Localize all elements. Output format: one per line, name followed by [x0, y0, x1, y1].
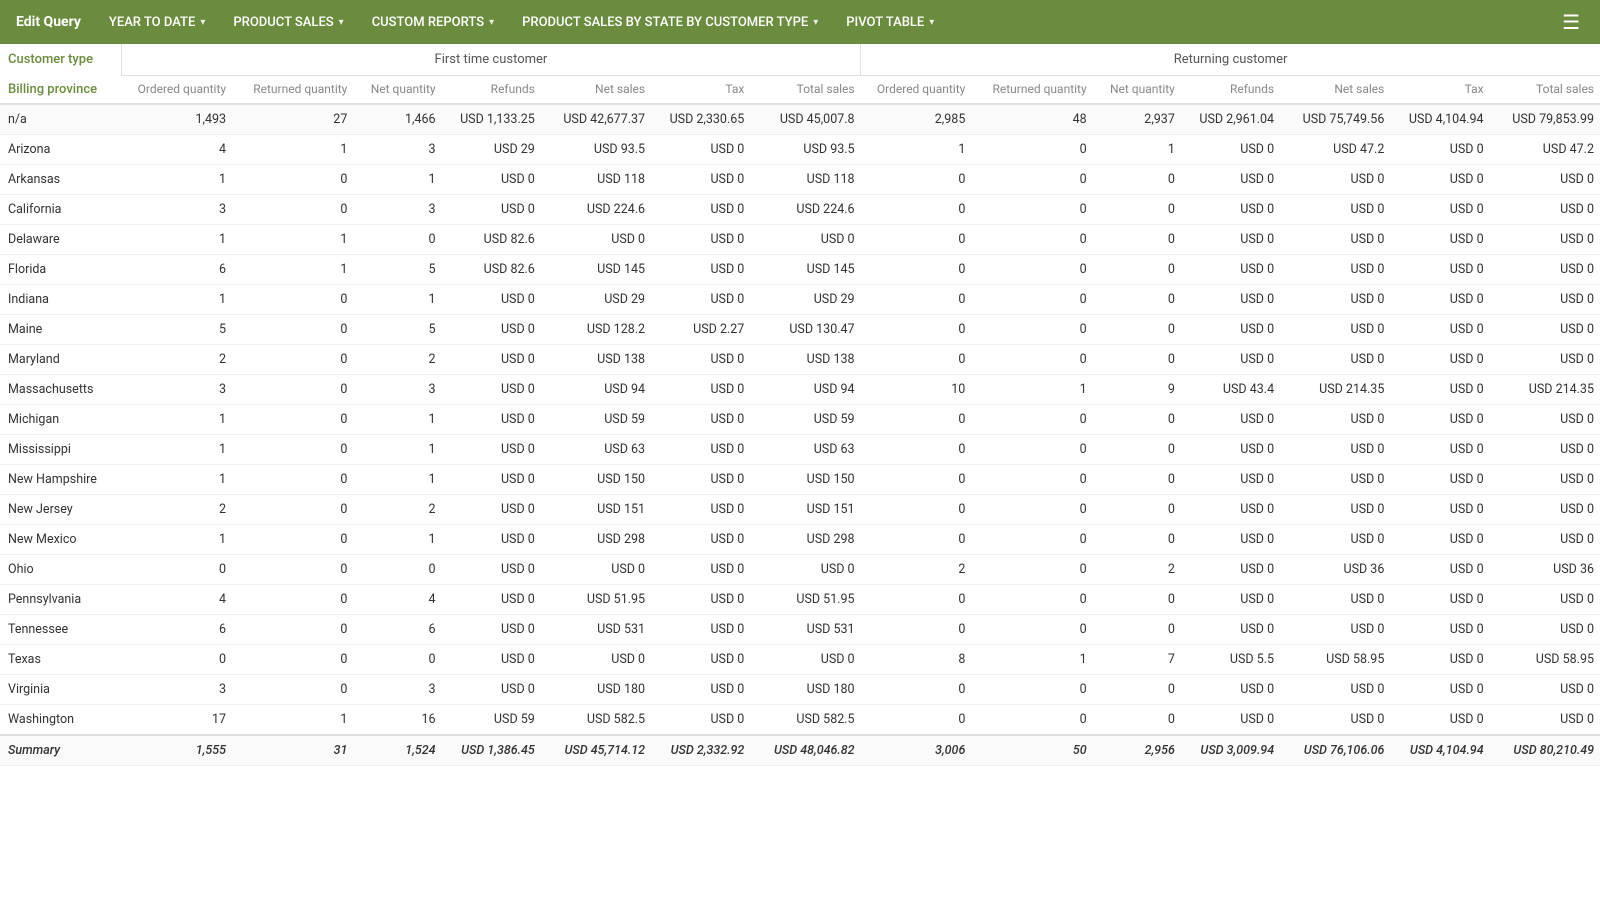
table-row: Indiana101USD 0USD 29USD 0USD 29000USD 0… [0, 284, 1600, 314]
year-to-date-menu[interactable]: YEAR TO DATE ▾ [95, 0, 219, 44]
table-row: Florida615USD 82.6USD 145USD 0USD 145000… [0, 254, 1600, 284]
report-title-label: PRODUCT SALES BY STATE BY CUSTOMER TYPE [522, 15, 808, 30]
edit-query-label: Edit Query [16, 14, 81, 30]
table-row: Pennsylvania404USD 0USD 51.95USD 0USD 51… [0, 584, 1600, 614]
rc-total-sales-col-header: Total sales [1490, 76, 1600, 104]
custom-reports-menu[interactable]: CUSTOM REPORTS ▾ [358, 0, 508, 44]
ft-tax-col-header: Tax [651, 76, 750, 104]
custom-reports-label: CUSTOM REPORTS [372, 15, 484, 30]
report-title-menu[interactable]: PRODUCT SALES BY STATE BY CUSTOMER TYPE … [508, 0, 832, 44]
table-row: n/a1,493271,466USD 1,133.25USD 42,677.37… [0, 104, 1600, 135]
edit-query-button[interactable]: Edit Query [12, 0, 95, 44]
hamburger-menu-button[interactable]: ☰ [1554, 10, 1588, 34]
summary-row: Summary1,555311,524USD 1,386.45USD 45,71… [0, 735, 1600, 766]
chevron-down-icon: ▾ [489, 17, 494, 28]
customer-type-header: Customer type [0, 44, 121, 76]
product-sales-menu[interactable]: PRODUCT SALES ▾ [219, 0, 357, 44]
rc-returned-qty-col-header: Returned quantity [971, 76, 1092, 104]
ft-total-sales-col-header: Total sales [750, 76, 860, 104]
chevron-down-icon: ▾ [813, 17, 818, 28]
rc-tax-col-header: Tax [1390, 76, 1489, 104]
ft-refunds-col-header: Refunds [442, 76, 541, 104]
first-time-customer-header: First time customer [121, 44, 860, 76]
table-row: Maine505USD 0USD 128.2USD 2.27USD 130.47… [0, 314, 1600, 344]
table-body: n/a1,493271,466USD 1,133.25USD 42,677.37… [0, 104, 1600, 766]
product-sales-label: PRODUCT SALES [233, 15, 333, 30]
table-row: Arizona413USD 29USD 93.5USD 0USD 93.5101… [0, 134, 1600, 164]
table-row: Michigan101USD 0USD 59USD 0USD 59000USD … [0, 404, 1600, 434]
ft-returned-qty-col-header: Returned quantity [232, 76, 353, 104]
pivot-table-menu[interactable]: PIVOT TABLE ▾ [832, 0, 948, 44]
table-row: Delaware110USD 82.6USD 0USD 0USD 0000USD… [0, 224, 1600, 254]
chevron-down-icon: ▾ [200, 17, 205, 28]
table-row: Arkansas101USD 0USD 118USD 0USD 118000US… [0, 164, 1600, 194]
table-row: Mississippi101USD 0USD 63USD 0USD 63000U… [0, 434, 1600, 464]
billing-province-col-header: Billing province [0, 76, 121, 104]
table-row: New Mexico101USD 0USD 298USD 0USD 298000… [0, 524, 1600, 554]
chevron-down-icon: ▾ [929, 17, 934, 28]
report-table: Customer type First time customer Return… [0, 44, 1600, 766]
chevron-down-icon: ▾ [339, 17, 344, 28]
ft-ordered-qty-col-header: Ordered quantity [121, 76, 232, 104]
ft-net-sales-col-header: Net sales [541, 76, 651, 104]
table-row: New Jersey202USD 0USD 151USD 0USD 151000… [0, 494, 1600, 524]
rc-net-qty-col-header: Net quantity [1093, 76, 1181, 104]
table-row: Virginia303USD 0USD 180USD 0USD 180000US… [0, 674, 1600, 704]
table-row: Tennessee606USD 0USD 531USD 0USD 531000U… [0, 614, 1600, 644]
ft-net-qty-col-header: Net quantity [353, 76, 441, 104]
year-to-date-label: YEAR TO DATE [109, 15, 195, 30]
table-row: Maryland202USD 0USD 138USD 0USD 138000US… [0, 344, 1600, 374]
table-row: New Hampshire101USD 0USD 150USD 0USD 150… [0, 464, 1600, 494]
report-table-container: Customer type First time customer Return… [0, 44, 1600, 766]
rc-refunds-col-header: Refunds [1181, 76, 1280, 104]
table-row: Massachusetts303USD 0USD 94USD 0USD 9410… [0, 374, 1600, 404]
rc-ordered-qty-col-header: Ordered quantity [861, 76, 972, 104]
top-navigation: Edit Query YEAR TO DATE ▾ PRODUCT SALES … [0, 0, 1600, 44]
table-row: Ohio000USD 0USD 0USD 0USD 0202USD 0USD 3… [0, 554, 1600, 584]
returning-customer-header: Returning customer [861, 44, 1600, 76]
pivot-table-label: PIVOT TABLE [846, 15, 924, 30]
table-row: California303USD 0USD 224.6USD 0USD 224.… [0, 194, 1600, 224]
table-row: Texas000USD 0USD 0USD 0USD 0817USD 5.5US… [0, 644, 1600, 674]
table-row: Washington17116USD 59USD 582.5USD 0USD 5… [0, 704, 1600, 735]
rc-net-sales-col-header: Net sales [1280, 76, 1390, 104]
